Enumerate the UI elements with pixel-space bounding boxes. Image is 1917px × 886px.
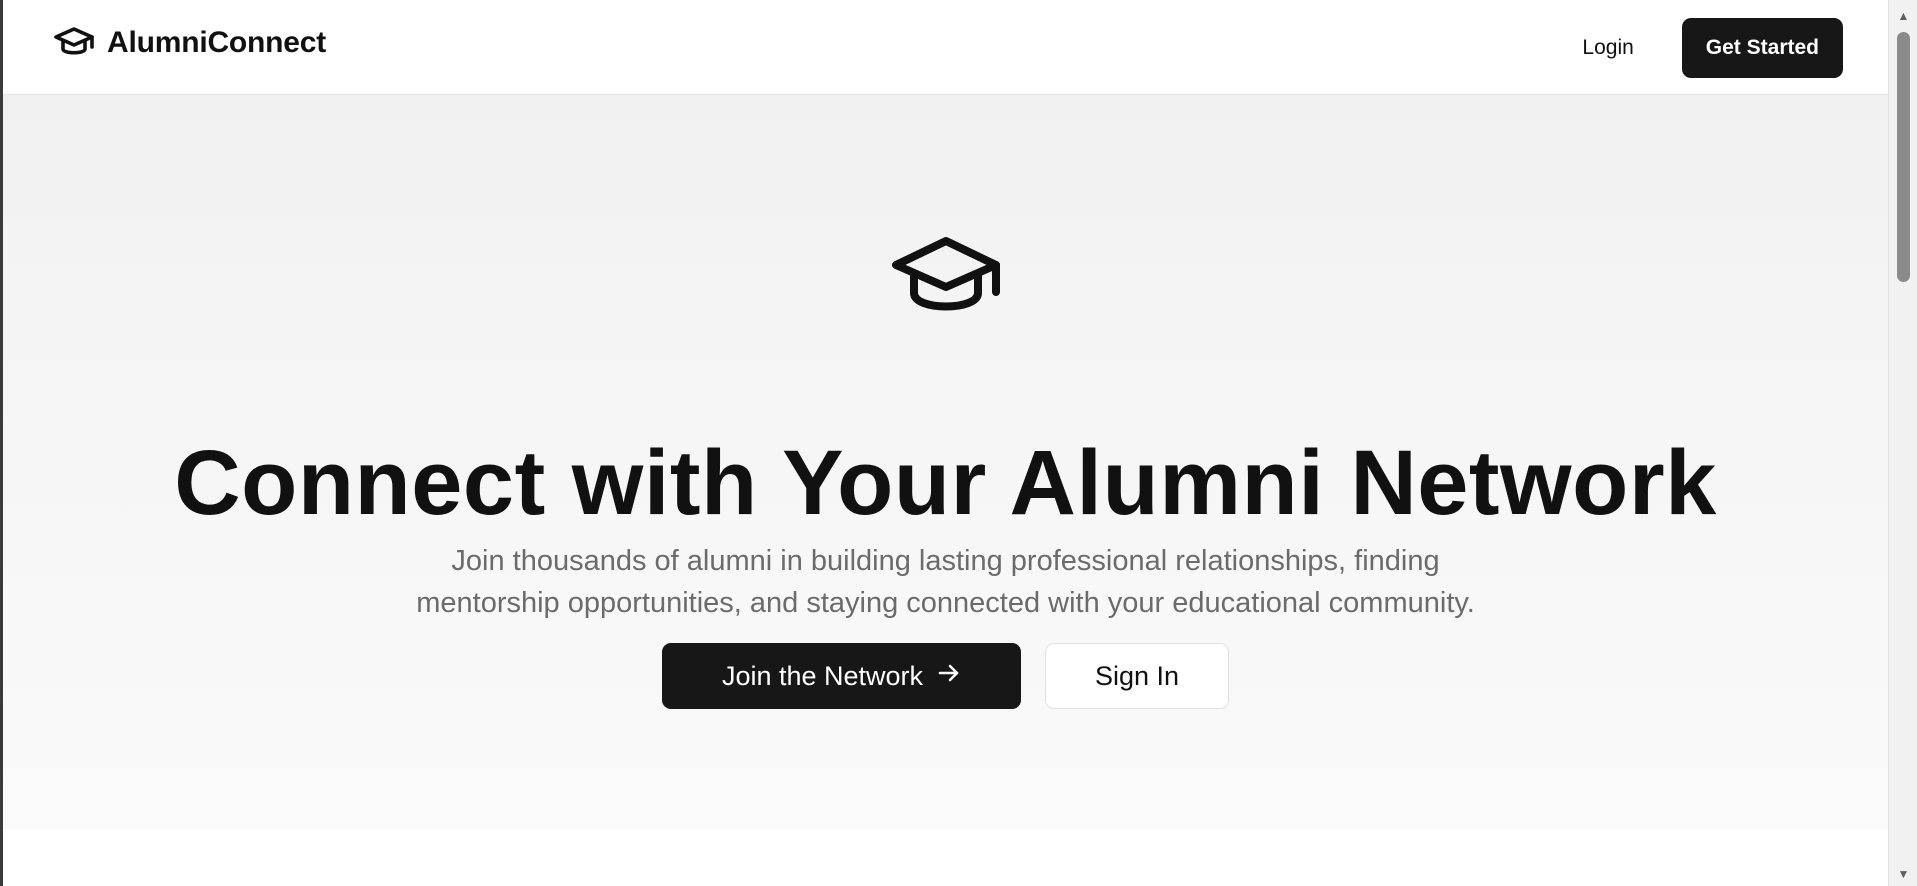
graduation-cap-icon [890, 235, 1002, 324]
sign-in-button[interactable]: Sign In [1045, 643, 1229, 709]
brand-name: AlumniConnect [107, 26, 327, 59]
brand-logo-link[interactable]: AlumniConnect [53, 26, 326, 60]
login-link[interactable]: Login [1564, 22, 1651, 74]
hero-subtitle-line: Join thousands of alumni in building las… [451, 545, 1440, 577]
arrow-right-icon [937, 661, 961, 692]
top-navbar: AlumniConnect Login Get Started [3, 0, 1888, 95]
browser-viewport: AlumniConnect Login Get Started Connect … [3, 0, 1888, 886]
hero-subtitle: Join thousands of alumni in building las… [3, 540, 1888, 624]
vertical-scrollbar[interactable]: ▲ ▼ [1888, 0, 1917, 886]
cta-row: Join the Network Sign In [3, 643, 1888, 709]
hero-title: Connect with Your Alumni Network [174, 431, 1717, 534]
scrollbar-thumb[interactable] [1897, 32, 1910, 282]
get-started-button[interactable]: Get Started [1681, 18, 1843, 78]
header-nav: Login Get Started [1564, 18, 1843, 78]
scroll-down-arrow-icon[interactable]: ▼ [1889, 864, 1917, 884]
join-network-button[interactable]: Join the Network [662, 643, 1021, 709]
graduation-cap-icon [53, 26, 95, 60]
hero-subtitle-line: mentorship opportunities, and staying co… [416, 587, 1475, 619]
hero-section: Connect with Your Alumni Network Join th… [3, 95, 1888, 829]
join-network-label: Join the Network [721, 660, 924, 691]
scroll-up-arrow-icon[interactable]: ▲ [1889, 6, 1917, 26]
